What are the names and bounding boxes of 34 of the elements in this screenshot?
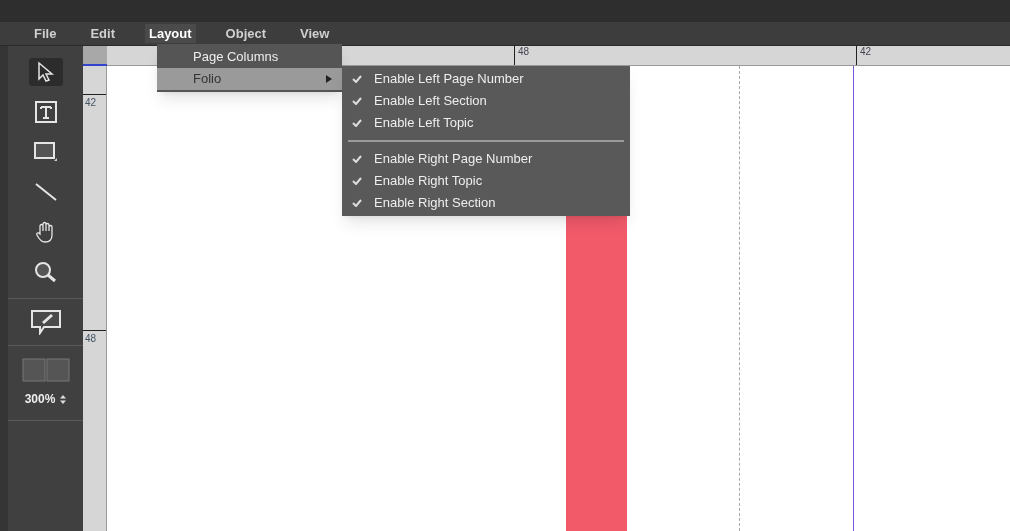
check-icon	[352, 155, 362, 163]
submenu-item[interactable]: Enable Right Page Number	[342, 148, 630, 170]
spread-icon	[21, 358, 70, 382]
menu-option[interactable]: Folio	[157, 68, 342, 90]
zoom-level[interactable]: 300%	[24, 390, 56, 408]
menu-item[interactable]: View	[296, 23, 334, 44]
stepper-icon[interactable]	[60, 394, 67, 404]
search-icon	[33, 261, 58, 283]
menu-item[interactable]: File	[30, 23, 61, 44]
submenu-item[interactable]: Enable Left Page Number	[342, 68, 630, 90]
menu-option[interactable]: Page Columns	[157, 46, 342, 68]
ruler-corner	[83, 46, 107, 66]
submenu-item[interactable]: Enable Right Section	[342, 192, 630, 214]
ruler-label: 42	[83, 94, 106, 330]
menu-item[interactable]: Layout	[144, 23, 196, 44]
menu-item[interactable]: Object	[221, 23, 271, 44]
check-icon	[352, 75, 362, 83]
ruler-label: 42	[856, 46, 872, 65]
ruler-label: 48	[514, 46, 856, 65]
note-icon	[29, 309, 62, 335]
ruler-label: 48	[83, 330, 106, 346]
check-icon	[352, 177, 362, 185]
pointer-icon	[35, 61, 56, 83]
submenu-item[interactable]: Enable Left Topic	[342, 112, 630, 134]
submenu-item[interactable]: Enable Right Topic	[342, 170, 630, 192]
rectangle-icon	[33, 141, 58, 163]
menu-item[interactable]: Edit	[86, 23, 119, 44]
text-tool-icon	[34, 101, 57, 123]
submenu-item[interactable]: Enable Left Section	[342, 90, 630, 112]
check-icon	[352, 119, 362, 127]
check-icon	[352, 199, 362, 207]
tool-button[interactable]	[28, 58, 63, 86]
line-icon	[33, 182, 58, 202]
check-icon	[352, 97, 362, 105]
